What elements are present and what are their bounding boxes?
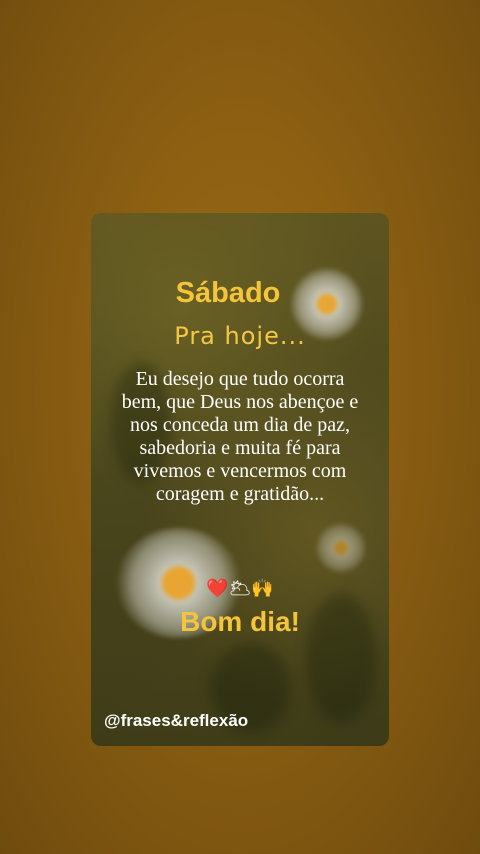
- card-title: Sábado: [175, 277, 281, 309]
- sun-cloud-icon: 🌥: [228, 578, 252, 598]
- greeting-text: Bom dia!: [180, 606, 300, 637]
- card-content: Sábado Pra hoje... Eu desejo que tudo oc…: [91, 213, 389, 746]
- story-card: Sábado Pra hoje... Eu desejo que tudo oc…: [91, 213, 389, 746]
- emoji-row: ❤️🌥🙌: [91, 577, 389, 599]
- heart-icon: ❤️: [206, 578, 229, 598]
- raised-hands-icon: 🙌: [251, 578, 274, 598]
- card-message: Eu desejo que tudo ocorra bem, que Deus …: [121, 368, 359, 505]
- watermark-handle: @frases&reflexão: [104, 711, 249, 730]
- card-subtitle: Pra hoje...: [174, 322, 306, 350]
